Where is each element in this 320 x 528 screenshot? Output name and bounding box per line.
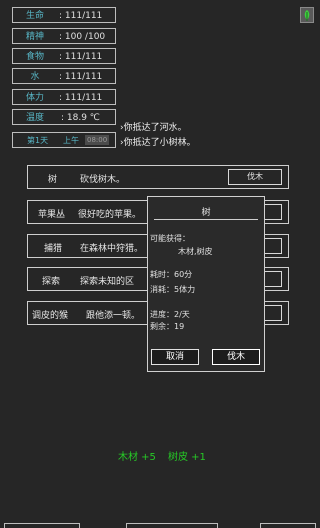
cancel-button[interactable]: 取消 (151, 349, 199, 365)
bottom-tab-right[interactable] (260, 523, 316, 528)
inventory-button[interactable] (300, 7, 314, 23)
stat-temperature: 温度 : 18.9 ℃ (12, 109, 116, 125)
action-dialog: 树 可能获得： 木材,树皮 耗时：60分 消耗：5体力 进度：2/天 剩余：19… (147, 196, 265, 372)
stat-stamina-value: : 111/111 (59, 93, 103, 103)
leaf-icon (304, 10, 310, 21)
log-message: ›你抵达了小树林。 (120, 138, 196, 148)
day-time-box: 第1天 上午 08:00 (12, 132, 116, 148)
dialog-title: 树 (154, 205, 258, 220)
stat-water-label: 水 (30, 72, 40, 82)
stat-life-label: 生命 (25, 11, 44, 21)
stat-spirit-label: 精神 (25, 32, 44, 42)
stat-life: 生命 : 111/111 (12, 7, 116, 23)
bottom-tab-left[interactable] (4, 523, 80, 528)
bottom-tab-middle[interactable] (126, 523, 218, 528)
stat-stamina: 体力 : 111/111 (12, 89, 116, 105)
dialog-remaining: 剩余：19 (150, 322, 185, 331)
action-desc: 探索未知的区 (80, 277, 135, 287)
action-desc: 很好吃的苹果。 (78, 210, 142, 220)
dialog-obtain-items: 木材,树皮 (178, 247, 213, 256)
stat-spirit-value: : 100 /100 (59, 32, 106, 42)
action-desc: 跟他添一顿。 (86, 311, 141, 321)
stat-spirit: 精神 : 100 /100 (12, 28, 116, 44)
dialog-time-cost: 耗时：60分 (150, 270, 193, 279)
dialog-obtain-label: 可能获得： (150, 234, 190, 243)
action-desc: 在森林中狩猎。 (80, 244, 144, 254)
stat-food: 食物 : 111/111 (12, 48, 116, 64)
action-desc: 砍伐树木。 (80, 175, 126, 185)
action-name: 树 (48, 175, 58, 185)
confirm-chop-button[interactable]: 伐木 (212, 349, 260, 365)
stat-stamina-label: 体力 (25, 93, 44, 103)
clock-badge: 08:00 (85, 135, 110, 145)
stat-water-value: : 111/111 (59, 72, 103, 82)
action-name: 捕猎 (44, 244, 63, 254)
stat-food-value: : 111/111 (59, 52, 103, 62)
dialog-energy-cost: 消耗：5体力 (150, 285, 196, 294)
day-label: 第1天 (27, 136, 49, 145)
stat-temperature-label: 温度 (25, 113, 44, 123)
action-name: 苹果丛 (38, 210, 66, 220)
log-message: ›你抵达了河水。 (120, 123, 187, 133)
stat-food-label: 食物 (25, 52, 44, 62)
reward-bark: 树皮 +1 (168, 452, 206, 463)
dialog-progress: 进度：2/天 (150, 310, 190, 319)
action-name: 探索 (42, 277, 61, 287)
stat-water: 水 : 111/111 (12, 68, 116, 84)
stat-temperature-value: : 18.9 ℃ (61, 113, 100, 123)
stat-life-value: : 111/111 (59, 11, 103, 21)
action-name: 调皮的猴 (32, 311, 69, 321)
action-row-tree: 树 砍伐树木。 伐木 (27, 165, 289, 189)
chop-button[interactable]: 伐木 (228, 169, 282, 185)
reward-wood: 木材 +5 (118, 452, 156, 463)
period-label: 上午 (63, 136, 79, 145)
